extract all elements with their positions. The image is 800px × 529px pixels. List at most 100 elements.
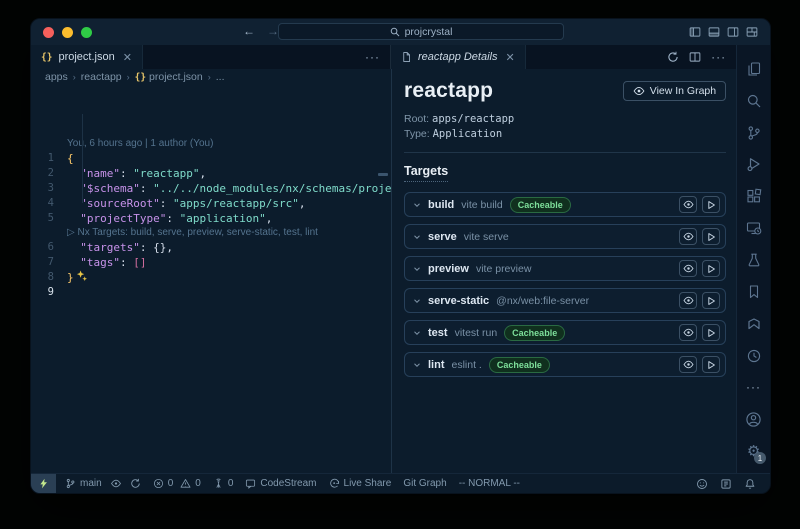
chevron-down-icon[interactable]: [413, 329, 421, 337]
target-row[interactable]: serve-static@nx/web:file-server: [404, 288, 726, 313]
nx-console-icon[interactable]: [737, 308, 770, 340]
run-target-button[interactable]: [702, 228, 720, 245]
code-line[interactable]: 9: [31, 285, 391, 300]
eye-icon: [683, 359, 694, 370]
codestream-icon: [245, 478, 256, 489]
code-line[interactable]: 4 "sourceRoot": "apps/reactapp/src",: [31, 196, 391, 211]
zoom-window-button[interactable]: [81, 27, 92, 38]
vim-mode-item[interactable]: -- NORMAL --: [453, 474, 526, 493]
search-icon[interactable]: [737, 85, 770, 117]
code-line[interactable]: 8}: [31, 270, 391, 285]
line-number: 1: [31, 151, 67, 166]
explorer-icon[interactable]: [737, 53, 770, 85]
command-center-search[interactable]: projcrystal: [278, 23, 564, 40]
run-target-button[interactable]: [702, 260, 720, 277]
close-tab-icon[interactable]: ✕: [123, 51, 132, 64]
more-views-icon[interactable]: ···: [737, 371, 770, 403]
target-row[interactable]: buildvite buildCacheable: [404, 192, 726, 217]
code-editor[interactable]: You, 6 hours ago | 1 author (You)1{2 "na…: [31, 84, 391, 473]
run-debug-icon[interactable]: [737, 149, 770, 181]
toggle-sidebar-left-icon[interactable]: [689, 26, 701, 38]
testing-beaker-icon[interactable]: [737, 244, 770, 276]
project-title: reactapp: [404, 79, 493, 103]
view-in-graph-button[interactable]: View In Graph: [623, 81, 726, 101]
split-editor-icon[interactable]: [689, 51, 701, 63]
minimize-window-button[interactable]: [62, 27, 73, 38]
code-line[interactable]: 2 "name": "reactapp",: [31, 166, 391, 181]
editor-more-actions-icon[interactable]: ···: [711, 50, 726, 64]
play-icon: [706, 328, 716, 338]
close-window-button[interactable]: [43, 27, 54, 38]
run-target-button[interactable]: [702, 196, 720, 213]
scrollbar-mark[interactable]: [378, 173, 388, 176]
editor-pane: apps›reactapp›{} project.json›... You, 6…: [31, 69, 391, 473]
run-target-button[interactable]: [702, 356, 720, 373]
run-target-button[interactable]: [702, 324, 720, 341]
target-row[interactable]: servevite serve: [404, 224, 726, 249]
code-line[interactable]: 6 "targets": {},: [31, 240, 391, 255]
gitlens-eye-icon[interactable]: [110, 478, 122, 489]
problems-item[interactable]: 0 0: [147, 474, 207, 493]
remote-explorer-icon[interactable]: [737, 212, 770, 244]
bookmarks-icon[interactable]: [737, 276, 770, 308]
view-target-button[interactable]: [679, 292, 697, 309]
code-line[interactable]: 5 "projectType": "application",: [31, 211, 391, 226]
view-target-button[interactable]: [679, 324, 697, 341]
view-target-button[interactable]: [679, 356, 697, 373]
target-row[interactable]: linteslint .Cacheable: [404, 352, 726, 377]
git-branch-item[interactable]: main: [59, 474, 147, 493]
timeline-clock-icon[interactable]: [737, 340, 770, 372]
view-target-button[interactable]: [679, 228, 697, 245]
target-row[interactable]: testvitest runCacheable: [404, 320, 726, 345]
nx-codelens[interactable]: ▷ Nx Targets: build, serve, preview, ser…: [31, 226, 391, 240]
notifications-bell-icon[interactable]: [738, 474, 762, 493]
extensions-icon[interactable]: [737, 180, 770, 212]
eye-icon: [633, 85, 645, 97]
target-command: vite serve: [464, 231, 509, 243]
refresh-icon[interactable]: [667, 51, 679, 63]
sync-icon[interactable]: [130, 478, 141, 489]
breadcrumb-item[interactable]: reactapp: [81, 71, 122, 83]
line-number: 7: [31, 255, 67, 270]
close-tab-icon[interactable]: ✕: [506, 51, 515, 64]
live-share-item[interactable]: Live Share: [323, 474, 398, 493]
branch-label: main: [80, 478, 102, 489]
code-text: "targets": {},: [67, 240, 173, 255]
nx-project-details-panel: reactapp View In Graph Root: apps/reacta…: [391, 69, 736, 473]
view-target-button[interactable]: [679, 260, 697, 277]
chevron-down-icon[interactable]: [413, 233, 421, 241]
codestream-item[interactable]: CodeStream: [239, 474, 322, 493]
target-row[interactable]: previewvite preview: [404, 256, 726, 281]
target-controls: [679, 324, 720, 341]
chevron-down-icon[interactable]: [413, 201, 421, 209]
run-target-button[interactable]: [702, 292, 720, 309]
editor-more-actions-icon[interactable]: ···: [365, 50, 380, 64]
ports-item[interactable]: 0: [207, 474, 240, 493]
breadcrumb-item[interactable]: ...: [216, 71, 225, 83]
target-command: vitest run: [455, 327, 498, 339]
chevron-down-icon[interactable]: [413, 265, 421, 273]
account-icon[interactable]: [737, 403, 770, 435]
tab-project-json[interactable]: {} project.json ✕: [31, 45, 143, 69]
settings-gear-icon[interactable]: ⚙ 1: [737, 435, 770, 467]
remote-indicator[interactable]: [31, 474, 56, 493]
chevron-down-icon[interactable]: [413, 361, 421, 369]
code-line[interactable]: 1{: [31, 151, 391, 166]
git-graph-item[interactable]: Git Graph: [397, 474, 452, 493]
tab-reactapp-details[interactable]: reactapp Details ✕: [391, 45, 526, 69]
back-icon[interactable]: ←: [243, 24, 255, 38]
code-line[interactable]: 3 "$schema": "../../node_modules/nx/sche…: [31, 181, 391, 196]
toggle-panel-icon[interactable]: [708, 26, 720, 38]
ime-indicator-icon[interactable]: [714, 474, 738, 493]
target-controls: [679, 228, 720, 245]
breadcrumb-item[interactable]: apps: [45, 71, 68, 83]
search-icon: [390, 27, 400, 37]
view-target-button[interactable]: [679, 196, 697, 213]
toggle-sidebar-right-icon[interactable]: [727, 26, 739, 38]
feedback-smiley-icon[interactable]: [690, 474, 714, 493]
customize-layout-icon[interactable]: [746, 26, 758, 38]
chevron-down-icon[interactable]: [413, 297, 421, 305]
code-line[interactable]: 7 "tags": []: [31, 255, 391, 270]
source-control-icon[interactable]: [737, 117, 770, 149]
breadcrumb-item[interactable]: {} project.json: [135, 71, 203, 83]
